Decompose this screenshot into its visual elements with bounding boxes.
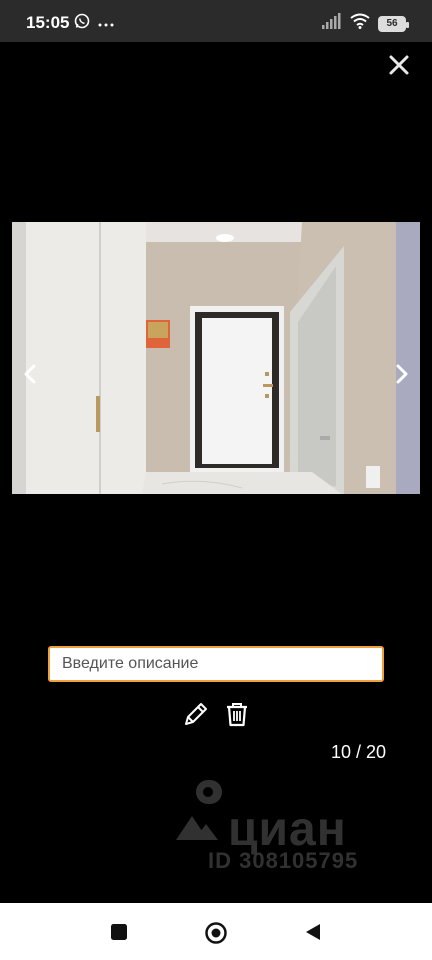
photo-counter: 10 / 20 <box>330 742 386 762</box>
trash-icon <box>227 703 247 727</box>
pencil-icon <box>185 703 207 725</box>
cian-logo-icon <box>176 780 222 840</box>
chevron-left-icon <box>24 364 36 384</box>
battery-icon: 56 <box>378 15 409 32</box>
cian-watermark: циан ID 308105795 <box>172 778 402 874</box>
wifi-icon <box>350 13 370 34</box>
previous-photo-button[interactable] <box>18 361 44 387</box>
listing-photo[interactable] <box>12 222 420 494</box>
close-button[interactable] <box>386 52 412 78</box>
home-button[interactable] <box>204 921 227 944</box>
status-right-icons: 56 <box>322 13 409 34</box>
more-notifications-icon <box>98 15 114 33</box>
home-icon <box>205 922 227 944</box>
status-left-icons <box>74 13 114 34</box>
close-icon <box>389 55 409 75</box>
recents-icon <box>111 924 127 940</box>
signal-icon <box>322 13 342 34</box>
description-input[interactable] <box>48 646 384 682</box>
whatsapp-icon <box>74 13 90 34</box>
back-button[interactable] <box>302 921 324 943</box>
recents-button[interactable] <box>108 921 130 943</box>
hallway-photo-image <box>12 222 420 494</box>
system-nav-bar <box>0 903 432 960</box>
watermark-listing-id: ID 308105795 <box>208 848 359 873</box>
status-bar: 15:05 56 <box>0 0 432 42</box>
chevron-right-icon <box>396 364 408 384</box>
next-photo-button[interactable] <box>388 361 414 387</box>
delete-button[interactable] <box>223 700 251 728</box>
back-icon <box>306 924 320 940</box>
status-time: 15:05 <box>26 13 70 32</box>
edit-button[interactable] <box>182 700 210 728</box>
